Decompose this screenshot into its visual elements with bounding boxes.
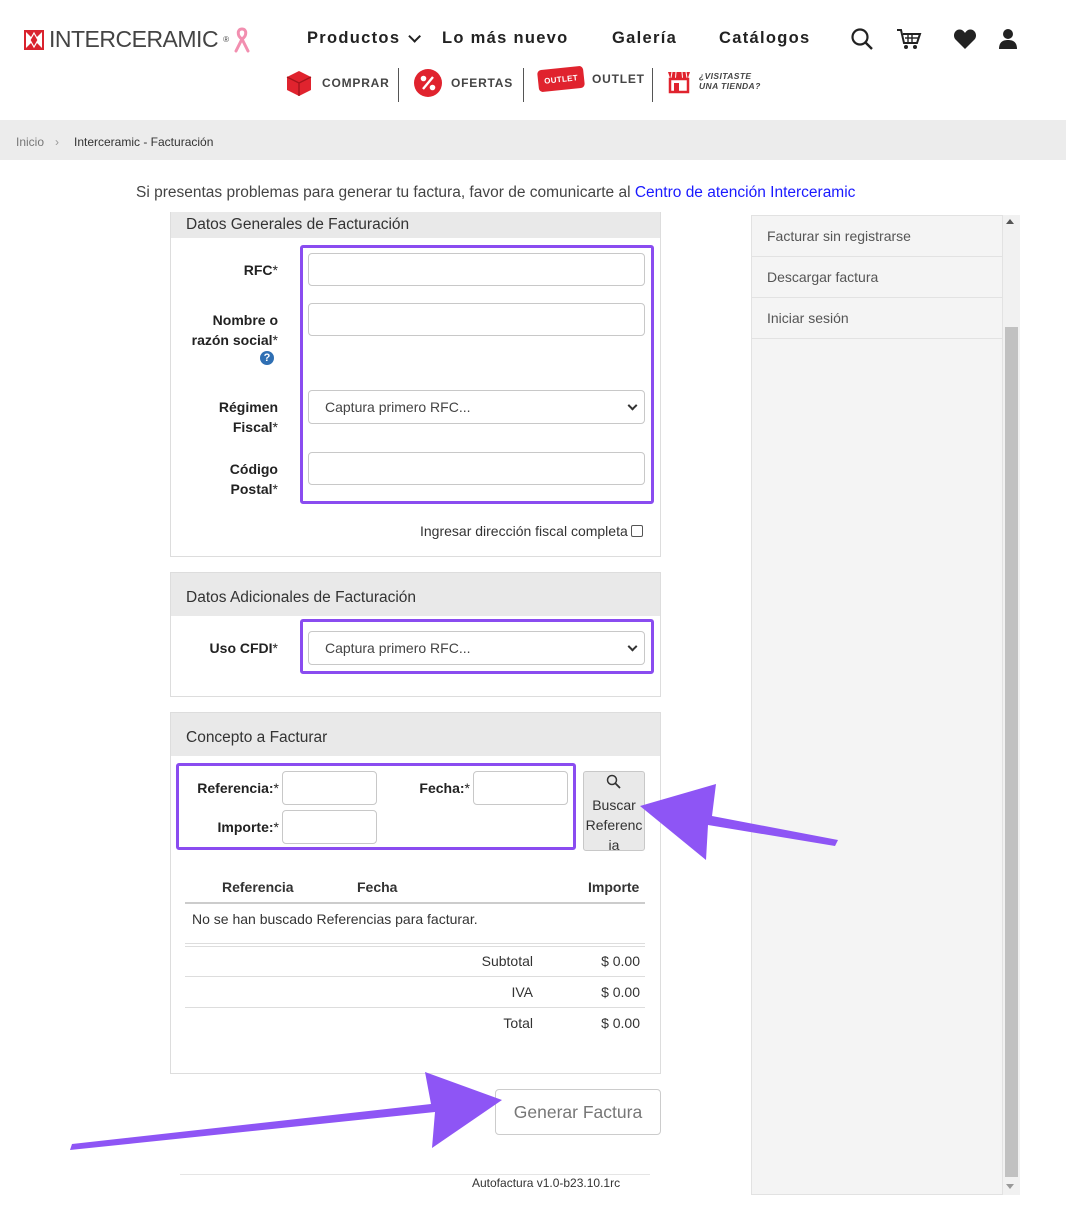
annotation-arrows	[70, 784, 838, 1150]
arrow-to-buscar-icon	[640, 784, 838, 860]
arrow-to-generar-icon	[70, 1072, 502, 1150]
